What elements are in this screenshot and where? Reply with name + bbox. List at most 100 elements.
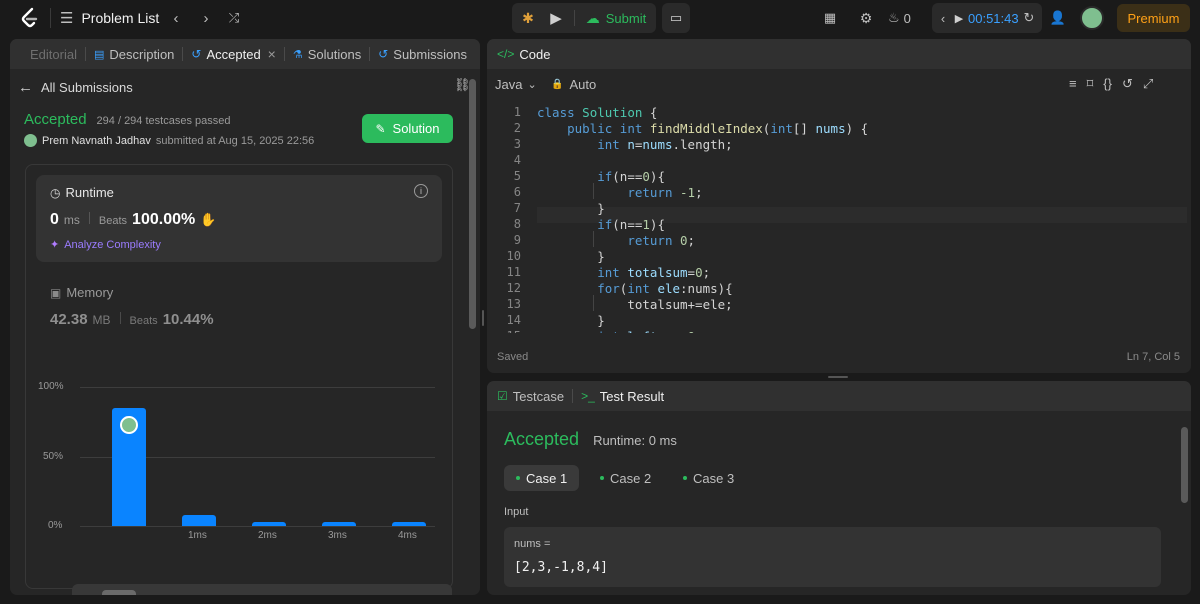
grid-line (80, 526, 435, 527)
notes-button[interactable]: ▭ (662, 3, 690, 33)
tab-submissions[interactable]: ↺ Submissions (370, 39, 475, 69)
clock-icon: ◷ (50, 185, 61, 200)
left-scrollbar[interactable] (469, 79, 476, 329)
runtime-card[interactable]: ◷ Runtime i 0 ms Beats 100.00% ✋ ✦ Analy… (36, 175, 442, 262)
close-icon[interactable]: × (268, 46, 276, 62)
all-submissions-link[interactable]: ← All Submissions (18, 77, 133, 97)
tab-editorial[interactable]: Editorial (10, 39, 85, 69)
horizontal-resize-handle[interactable] (828, 375, 848, 379)
y-tick-label: 0% (48, 520, 63, 531)
shuffle-icon: ⤮ (228, 10, 240, 25)
prev-problem-button[interactable]: ‹ (162, 4, 190, 32)
runtime-unit: ms (63, 213, 80, 227)
distribution-bar[interactable] (322, 521, 356, 526)
submitter-row: Prem Navnath Jadhav submitted at Aug 15,… (24, 134, 314, 147)
submission-status-row: Accepted 294 / 294 testcases passed (24, 111, 230, 128)
result-tab-bar: ☑ Testcase >_ Test Result (487, 381, 1191, 411)
memory-beats-label: Beats (129, 315, 158, 327)
tab-code[interactable]: </> Code (487, 39, 558, 69)
case-tab-2[interactable]: Case 2 (588, 465, 663, 491)
problem-list-link[interactable]: ☰ Problem List (60, 8, 159, 28)
bookmark-icon[interactable]: ⌑ (1087, 76, 1094, 92)
solution-button[interactable]: ✎ Solution (362, 114, 453, 143)
left-tab-bar: Editorial ▤ Description ↺ Accepted × ⚗ Solut… (10, 39, 480, 69)
divider (50, 8, 51, 28)
avatar[interactable] (24, 134, 37, 147)
avatar[interactable] (1080, 6, 1104, 30)
timer-group: ‹ ▶ 00:51:43 ↻ (932, 3, 1042, 33)
tab-accepted[interactable]: ↺ Accepted × (183, 39, 283, 69)
premium-button[interactable]: Premium (1117, 4, 1190, 32)
history-icon: ↺ (191, 47, 202, 61)
language-select[interactable]: Java ⌄ (495, 77, 537, 92)
format-icon[interactable]: ≡ (1069, 76, 1077, 92)
submit-button[interactable]: ☁ Submit (576, 3, 656, 33)
result-scrollbar[interactable] (1181, 427, 1188, 503)
run-button[interactable]: ▶ (542, 4, 570, 32)
case-tab-3[interactable]: Case 3 (671, 465, 746, 491)
auto-mode-toggle[interactable]: 🔒 Auto (551, 77, 596, 92)
case-tab-1[interactable]: Case 1 (504, 465, 580, 491)
runtime-beats-label: Beats (98, 215, 128, 227)
tab-solutions[interactable]: ⚗ Solutions (285, 39, 369, 69)
code-icon: </> (497, 47, 515, 61)
y-tick-label: 50% (43, 450, 64, 462)
tab-description[interactable]: ▤ Description (86, 39, 182, 69)
distribution-bar[interactable] (392, 521, 426, 526)
timer-reset-button[interactable]: ↻ (1020, 7, 1038, 29)
info-icon[interactable]: i (414, 184, 428, 198)
result-runtime: Runtime: 0 ms (593, 433, 677, 448)
edit-icon: ✎ (375, 121, 386, 136)
memory-card[interactable]: ▣ Memory (50, 285, 113, 300)
status-accepted: Accepted (24, 111, 87, 128)
expand-icon[interactable]: ⤢ (1143, 76, 1153, 92)
distribution-bar[interactable] (182, 514, 216, 526)
timer-collapse-button[interactable]: ‹ (936, 7, 950, 29)
arrow-left-icon: ← (18, 78, 33, 96)
vertical-resize-handle[interactable] (481, 310, 485, 326)
clap-icon: ✋ (200, 212, 217, 227)
flask-icon: ⚗ (292, 48, 303, 61)
analyze-complexity-link[interactable]: ✦ Analyze Complexity (50, 238, 161, 252)
submitter-name[interactable]: Prem Navnath Jadhav (42, 135, 151, 147)
terminal-icon: >_ (581, 389, 595, 403)
memory-title: Memory (66, 285, 114, 300)
problem-list-label: Problem List (81, 10, 160, 26)
reset-icon[interactable]: ↺ (1122, 76, 1133, 92)
invite-button[interactable]: 👤 (1044, 4, 1072, 32)
streak-counter[interactable]: ♨ 0 (888, 4, 911, 32)
minimap-bar (102, 590, 136, 595)
input-box[interactable]: nums = [2,3,-1,8,4] (504, 527, 1161, 587)
play-icon: ▶ (550, 10, 562, 27)
input-var-value: [2,3,-1,8,4] (514, 560, 608, 575)
distribution-bar[interactable] (112, 407, 146, 526)
layout-button[interactable]: ▦ (816, 4, 844, 32)
debug-button[interactable]: ✱ (514, 4, 542, 32)
distribution-minimap[interactable]: 1ms 2ms 3ms 4ms (72, 584, 452, 595)
runtime-distribution-chart: 100% 50% 0% 1ms 2ms 3ms 4ms (38, 369, 438, 541)
run-submit-group: ✱ ▶ ☁ Submit (512, 3, 656, 33)
distribution-bar[interactable] (252, 521, 286, 526)
list-icon: ☰ (60, 10, 74, 27)
x-tick-label: 3ms (328, 530, 347, 541)
braces-icon[interactable]: {} (1103, 76, 1112, 92)
settings-button[interactable]: ⚙ (852, 4, 880, 32)
bug-icon: ✱ (522, 9, 534, 26)
x-tick-label: 1ms (188, 530, 207, 541)
sparkle-icon: ✦ (50, 239, 60, 251)
timer-display: 00:51:43 (968, 11, 1019, 26)
code-tab-bar: </> Code (487, 39, 1191, 69)
code-panel: </> Code Java ⌄ 🔒 Auto ≡ ⌑ {} ↺ ⤢ 1 2 3 … (487, 39, 1191, 373)
gear-icon: ⚙ (859, 9, 873, 26)
editor-toolbar: ≡ ⌑ {} ↺ ⤢ (1069, 76, 1153, 92)
timer-play-button[interactable]: ▶ (952, 7, 966, 29)
tab-test-result[interactable]: >_ Test Result (573, 381, 672, 411)
code-editor[interactable]: 1 2 3 4 5 6 7 8 9 10 11 12 13 14 15 clas… (487, 105, 1191, 333)
tab-testcase[interactable]: ☑ Testcase (487, 381, 572, 411)
input-label: Input (504, 506, 529, 518)
next-problem-button[interactable]: › (192, 4, 220, 32)
random-problem-button[interactable]: ⤮ (220, 4, 248, 32)
runtime-beats-value: 100.00% (132, 211, 196, 228)
leetcode-logo[interactable] (18, 6, 42, 30)
premium-label: Premium (1127, 10, 1180, 26)
